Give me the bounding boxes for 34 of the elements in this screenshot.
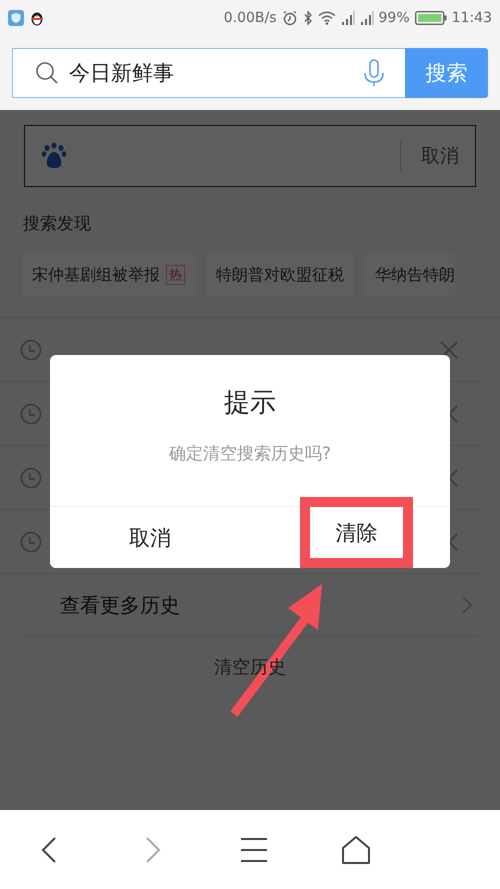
dialog-message: 确定清空搜索历史吗?	[168, 443, 332, 465]
dialog-title: 提示	[224, 387, 276, 420]
penguin-icon	[30, 10, 44, 26]
dialog-button[interactable]: 清除	[300, 497, 413, 568]
chevron-right-icon	[462, 596, 472, 614]
wifi-icon	[318, 11, 336, 25]
cancel-link[interactable]: 取消	[400, 141, 459, 171]
network-speed: 0.00B/s	[224, 10, 277, 26]
section-title: 搜索发现	[23, 213, 92, 235]
clock-icon	[20, 466, 42, 488]
search-icon	[35, 61, 59, 85]
clock-icon	[20, 530, 42, 552]
search-query: 今日新鲜事	[69, 60, 175, 87]
trending-chip[interactable]: 华纳告特朗	[365, 253, 455, 297]
close-icon[interactable]	[440, 340, 458, 358]
shield-app-icon	[8, 10, 24, 26]
home-icon[interactable]	[341, 834, 371, 864]
bluetooth-icon	[302, 10, 313, 26]
clock-time: 11:43	[452, 10, 492, 26]
clock-icon	[20, 338, 42, 360]
signal-icon	[340, 11, 355, 25]
search-field[interactable]: 今日新鲜事	[12, 48, 405, 98]
clock-icon	[20, 402, 42, 424]
alarm-icon	[282, 10, 298, 26]
trending-chip[interactable]: 特朗普对欧盟征税	[206, 253, 354, 297]
battery-percent: 99%	[378, 10, 410, 26]
signal-icon	[360, 11, 374, 25]
baidu-search-box[interactable]: 取消	[24, 125, 476, 187]
hot-tag: 热	[166, 265, 185, 285]
paw-logo-icon	[41, 142, 67, 170]
microphone-icon[interactable]	[363, 59, 385, 87]
battery-icon	[414, 11, 447, 25]
trending-chip[interactable]: 宋仲基剧组被举报 热	[22, 253, 195, 297]
search-button[interactable]: 搜索	[405, 48, 488, 98]
